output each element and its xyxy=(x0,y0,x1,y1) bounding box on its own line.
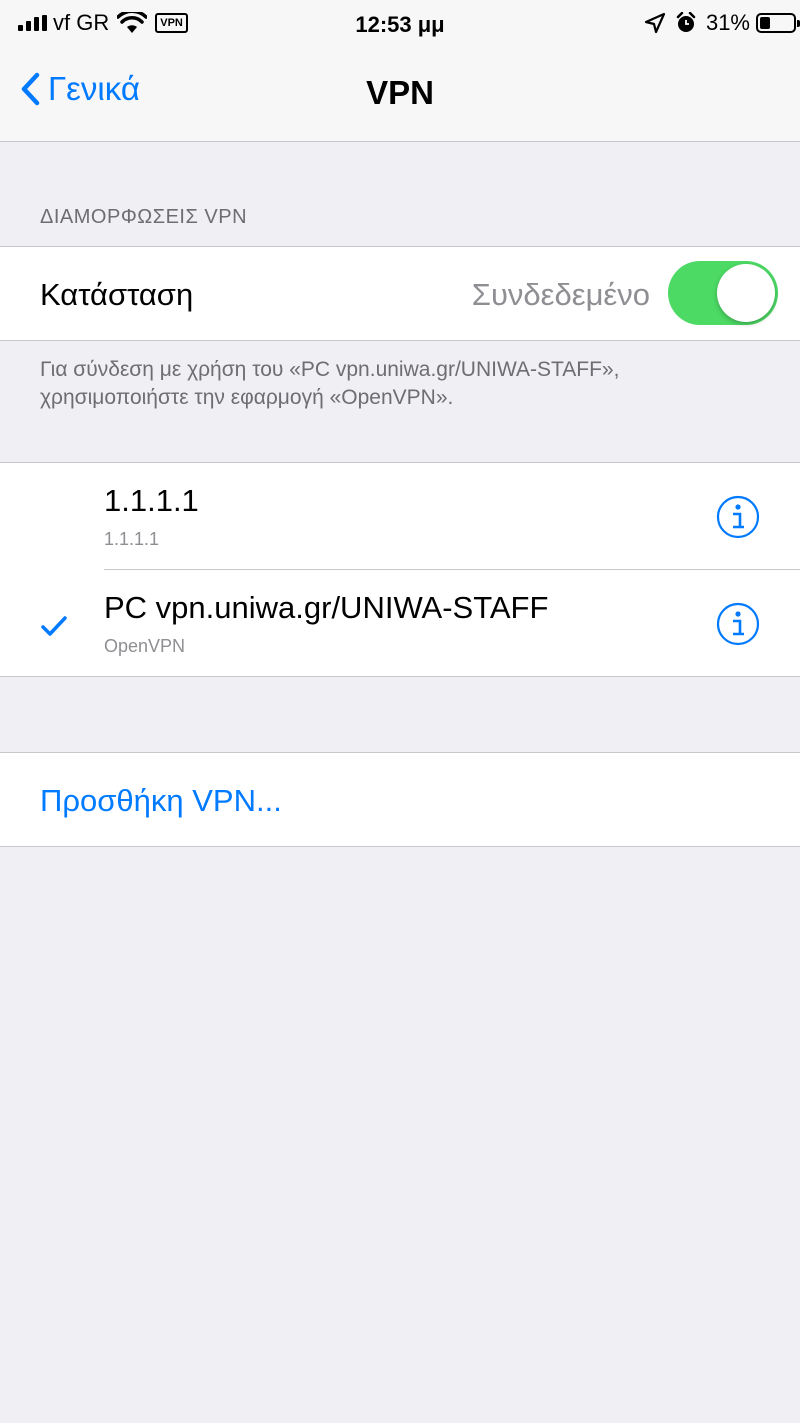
battery-fill xyxy=(760,17,770,29)
info-icon[interactable] xyxy=(716,602,760,646)
navigation-bar: Γενικά VPN xyxy=(0,48,800,142)
add-vpn-button[interactable]: Προσθήκη VPN... xyxy=(0,752,800,847)
status-row: Κατάσταση Συνδεδεμένο xyxy=(0,246,800,341)
vpn-list-item[interactable]: PC vpn.uniwa.gr/UNIWA-STAFF OpenVPN xyxy=(0,570,800,676)
status-bar: vf GR VPN 12:53 μμ 31% xyxy=(0,0,800,48)
status-label: Κατάσταση xyxy=(40,277,194,312)
vpn-list-item[interactable]: 1.1.1.1 1.1.1.1 xyxy=(0,463,800,570)
vpn-subtitle: 1.1.1.1 xyxy=(104,529,160,549)
section-footer-note: Για σύνδεση με χρήση του «PC vpn.uniwa.g… xyxy=(40,358,620,409)
battery-percent: 31% xyxy=(705,10,750,35)
vpn-name: PC vpn.uniwa.gr/UNIWA-STAFF xyxy=(104,590,549,625)
vpn-subtitle: OpenVPN xyxy=(104,636,186,656)
location-icon xyxy=(644,12,666,34)
vpn-name: 1.1.1.1 xyxy=(104,483,199,518)
battery-icon xyxy=(756,13,800,33)
section-header: ΔΙΑΜΟΡΦΩΣΕΙΣ VPN xyxy=(40,206,248,228)
status-value: Συνδεδεμένο xyxy=(471,277,650,312)
vpn-toggle[interactable] xyxy=(668,261,778,325)
info-icon[interactable] xyxy=(716,495,760,539)
status-bar-right: 31% xyxy=(644,10,800,36)
vpn-list: 1.1.1.1 1.1.1.1 PC vpn.uniwa.gr/UNIWA-ST… xyxy=(0,462,800,677)
add-vpn-label: Προσθήκη VPN... xyxy=(40,783,282,818)
page-title: VPN xyxy=(366,74,434,111)
toggle-knob xyxy=(717,264,775,322)
checkmark-icon xyxy=(41,616,67,636)
alarm-icon xyxy=(676,12,696,32)
